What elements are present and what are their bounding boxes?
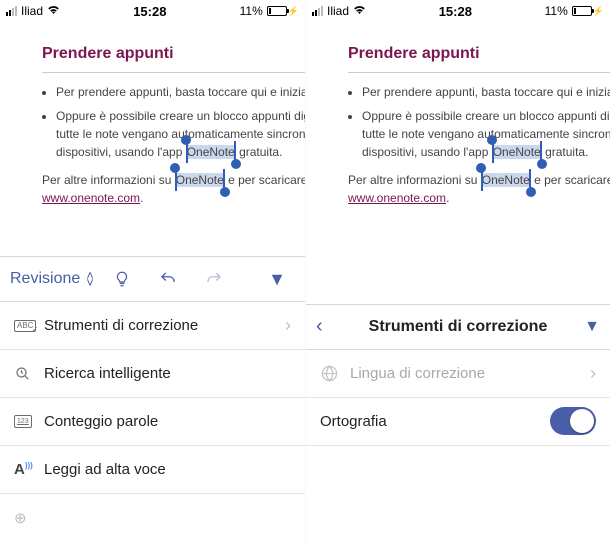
document-area[interactable]: Prendere appunti Per prendere appunti, b… bbox=[306, 20, 610, 207]
text-selection[interactable]: OneNote bbox=[175, 171, 225, 189]
selection-handle-start[interactable] bbox=[476, 163, 486, 173]
selection-handle-end[interactable] bbox=[231, 159, 241, 169]
review-menu: ABC Strumenti di correzione › Ricerca in… bbox=[0, 302, 305, 542]
ribbon-toolbar: ‹ Strumenti di correzione ▼ bbox=[306, 304, 610, 350]
menu-item-smart-lookup[interactable]: Ricerca intelligente bbox=[0, 350, 305, 398]
battery-percent: 11% bbox=[240, 4, 263, 18]
doc-paragraph: Per altre informazioni su OneNote e per … bbox=[348, 171, 610, 207]
clock: 15:28 bbox=[133, 4, 166, 19]
hyperlink[interactable]: www.onenote.com bbox=[42, 191, 140, 205]
chevron-right-icon: › bbox=[285, 315, 291, 336]
proofing-menu: Lingua di correzione › Ortografia bbox=[306, 350, 610, 446]
ribbon-tab-label: Revisione bbox=[10, 270, 80, 288]
selection-handle-end[interactable] bbox=[526, 187, 536, 197]
text-selection[interactable]: OneNote bbox=[186, 143, 236, 161]
smart-lookup-icon bbox=[14, 365, 44, 383]
status-bar: Iliad 15:28 11% ⚡ bbox=[306, 0, 610, 20]
word-count-icon: 123 bbox=[14, 415, 44, 428]
battery-icon: ⚡ bbox=[267, 6, 299, 17]
selection-handle-end[interactable] bbox=[537, 159, 547, 169]
undo-icon[interactable] bbox=[150, 261, 186, 297]
collapse-ribbon-icon[interactable]: ▼ bbox=[570, 318, 600, 336]
signal-bars-icon bbox=[6, 6, 17, 16]
hyperlink[interactable]: www.onenote.com bbox=[348, 191, 446, 205]
bullet-item: Oppure è possibile creare un blocco appu… bbox=[56, 107, 305, 161]
ribbon-tab-selector[interactable]: Revisione ˄˅ bbox=[10, 270, 94, 288]
menu-item-proofing[interactable]: ABC Strumenti di correzione › bbox=[0, 302, 305, 350]
carrier-label: Iliad bbox=[327, 4, 349, 18]
battery-percent: 11% bbox=[545, 4, 568, 18]
globe-icon bbox=[320, 364, 350, 383]
menu-item-proofing-language: Lingua di correzione › bbox=[306, 350, 610, 398]
clock: 15:28 bbox=[439, 4, 472, 19]
bullet-item: Oppure è possibile creare un blocco appu… bbox=[362, 107, 610, 161]
doc-heading: Prendere appunti bbox=[42, 42, 305, 66]
battery-icon: ⚡ bbox=[572, 6, 604, 17]
text-selection[interactable]: OneNote bbox=[492, 143, 542, 161]
status-bar: Iliad 15:28 11% ⚡ bbox=[0, 0, 305, 20]
panel-title: Strumenti di correzione bbox=[356, 318, 560, 336]
doc-heading: Prendere appunti bbox=[348, 42, 610, 66]
updown-icon: ˄˅ bbox=[86, 272, 94, 286]
read-aloud-icon: A))) bbox=[14, 461, 44, 478]
redo-icon[interactable] bbox=[196, 261, 232, 297]
ribbon-toolbar: Revisione ˄˅ ▼ bbox=[0, 256, 305, 302]
selection-handle-start[interactable] bbox=[170, 163, 180, 173]
wifi-icon bbox=[353, 5, 366, 18]
screen-right: Iliad 15:28 11% ⚡ Prendere appunti Per p… bbox=[305, 0, 610, 542]
selection-handle-start[interactable] bbox=[487, 135, 497, 145]
spellcheck-icon: ABC bbox=[14, 320, 44, 332]
selection-handle-end[interactable] bbox=[220, 187, 230, 197]
horizontal-rule bbox=[42, 72, 305, 73]
menu-item-read-aloud[interactable]: A))) Leggi ad alta voce bbox=[0, 446, 305, 494]
menu-item-more[interactable]: ⊕ bbox=[0, 494, 305, 542]
horizontal-rule bbox=[348, 72, 610, 73]
bullet-item: Per prendere appunti, basta toccare qui … bbox=[56, 83, 305, 101]
selection-handle-start[interactable] bbox=[181, 135, 191, 145]
lightbulb-icon[interactable] bbox=[104, 261, 140, 297]
document-area[interactable]: Prendere appunti Per prendere appunti, b… bbox=[0, 20, 305, 207]
doc-paragraph: Per altre informazioni su OneNote e per … bbox=[42, 171, 305, 207]
carrier-label: Iliad bbox=[21, 4, 43, 18]
menu-item-spelling: Ortografia bbox=[306, 398, 610, 446]
more-icon: ⊕ bbox=[14, 509, 44, 527]
screen-left: Iliad 15:28 11% ⚡ Prendere appunti Per p… bbox=[0, 0, 305, 542]
wifi-icon bbox=[47, 5, 60, 18]
back-button[interactable]: ‹ bbox=[316, 315, 346, 338]
menu-item-word-count[interactable]: 123 Conteggio parole bbox=[0, 398, 305, 446]
chevron-right-icon: › bbox=[590, 363, 596, 384]
collapse-ribbon-icon[interactable]: ▼ bbox=[259, 261, 295, 297]
bullet-item: Per prendere appunti, basta toccare qui … bbox=[362, 83, 610, 101]
text-selection[interactable]: OneNote bbox=[481, 171, 531, 189]
spelling-toggle[interactable] bbox=[550, 407, 596, 435]
signal-bars-icon bbox=[312, 6, 323, 16]
